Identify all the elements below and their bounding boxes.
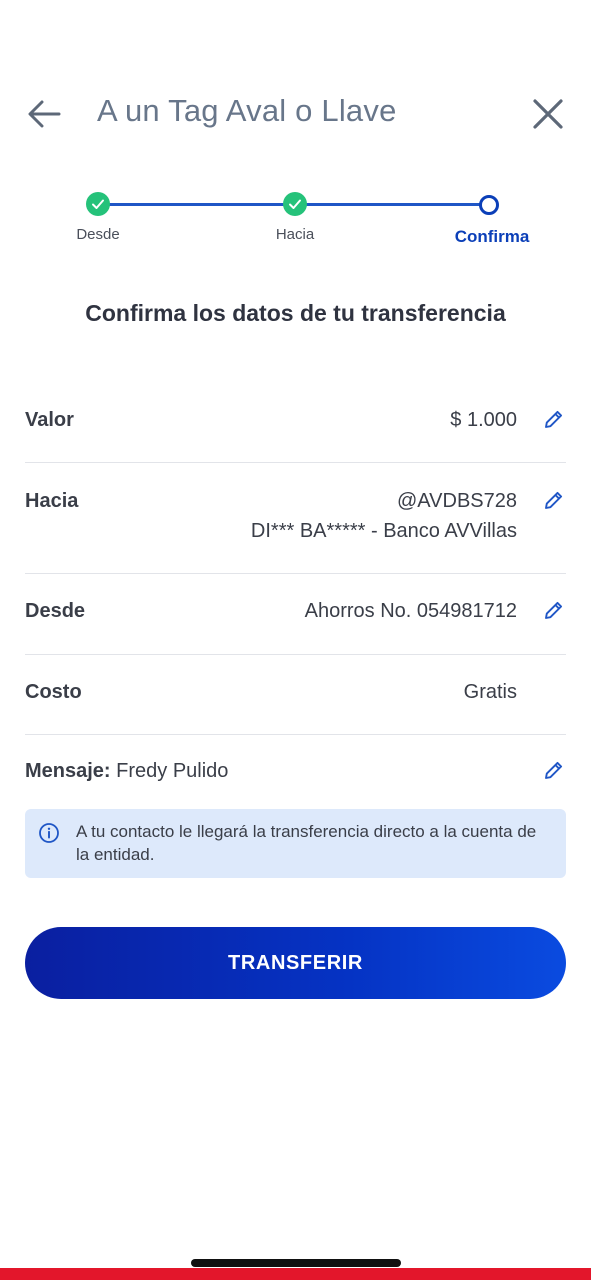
row-value-hacia-tag: @AVDBS728 (397, 490, 517, 512)
edit-pencil-icon (545, 761, 563, 779)
close-icon (533, 99, 563, 129)
stepper-line-1 (98, 203, 295, 206)
edit-valor-button[interactable] (540, 405, 568, 433)
info-banner: A tu contacto le llegará la transferenci… (25, 809, 566, 878)
message-label: Mensaje: (25, 760, 111, 782)
close-button[interactable] (524, 90, 572, 138)
edit-hacia-button[interactable] (540, 486, 568, 514)
row-label-desde: Desde (25, 600, 86, 622)
step-label-confirma: Confirma (454, 227, 530, 246)
step-label-hacia: Hacia (275, 226, 315, 243)
row-value-desde: Ahorros No. 054981712 (304, 600, 517, 622)
edit-pencil-icon (545, 601, 563, 619)
brand-bottom-bar (0, 1268, 591, 1280)
edit-pencil-icon (545, 410, 563, 428)
back-button[interactable] (22, 92, 66, 136)
check-icon (289, 199, 301, 209)
row-value-costo: Gratis (463, 681, 517, 703)
section-heading: Confirma los datos de tu transferencia (85, 300, 506, 326)
home-indicator[interactable] (191, 1259, 401, 1267)
divider (25, 654, 566, 655)
check-icon (92, 199, 104, 209)
transfer-button[interactable]: TRANSFERIR (25, 927, 566, 999)
stepper-line-2 (295, 203, 489, 206)
message-value: Fredy Pulido (116, 760, 229, 782)
row-label-costo: Costo (25, 681, 82, 703)
message-line: Mensaje: Fredy Pulido (25, 760, 228, 783)
back-arrow-icon (28, 100, 61, 128)
divider (25, 462, 566, 463)
row-value-hacia-account: DI*** BA***** - Banco AVVillas (250, 520, 517, 542)
divider (25, 573, 566, 574)
step-label-desde: Desde (76, 226, 120, 243)
row-value-valor: $ 1.000 (450, 409, 517, 431)
step-desde-done-dot (86, 192, 110, 216)
page-title: A un Tag Aval o Llave (97, 93, 397, 128)
edit-message-button[interactable] (540, 756, 568, 784)
step-confirma-current-dot (479, 195, 499, 215)
info-icon (39, 823, 59, 843)
info-text: A tu contacto le llegará la transferenci… (76, 822, 537, 864)
step-hacia-done-dot (283, 192, 307, 216)
divider (25, 734, 566, 735)
edit-pencil-icon (545, 491, 563, 509)
row-label-hacia: Hacia (25, 490, 79, 512)
row-label-valor: Valor (25, 409, 74, 431)
edit-desde-button[interactable] (540, 596, 568, 624)
